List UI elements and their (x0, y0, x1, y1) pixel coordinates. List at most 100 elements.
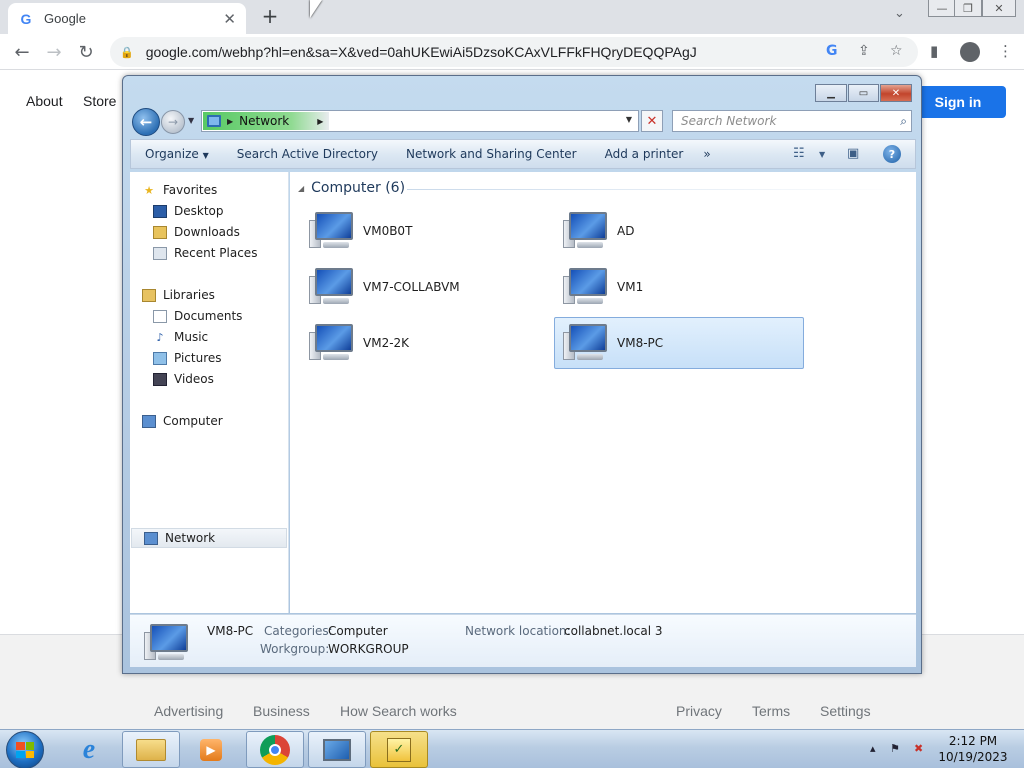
address-bar[interactable]: 🔒 google.com/webhp?hl=en&sa=X&ved=0ahUKE… (110, 37, 918, 67)
search-input[interactable] (681, 114, 881, 128)
browser-close-button[interactable]: ✕ (982, 0, 1016, 17)
computer-tile[interactable]: VM7-COLLABVM (300, 261, 550, 313)
footer-settings-link[interactable]: Settings (820, 703, 871, 719)
computer-tile[interactable]: VM2-2K (300, 317, 550, 369)
nav-network[interactable]: Network (131, 528, 287, 548)
search-icon[interactable]: ⌕ (900, 114, 907, 129)
sign-in-button[interactable]: Sign in (910, 86, 1006, 118)
side-panel-icon[interactable]: ▮ (930, 42, 938, 60)
computer-icon (309, 322, 355, 364)
computer-tile[interactable]: AD (554, 205, 804, 257)
explorer-minimize-button[interactable]: ▁ (815, 84, 847, 102)
more-commands-button[interactable]: » (697, 147, 716, 161)
navigation-pane: ★ Favorites Desktop Downloads Recent Pla… (130, 172, 289, 613)
share-icon[interactable]: ⇪ (858, 43, 870, 59)
computer-icon (144, 622, 190, 664)
bookmark-star-icon[interactable]: ☆ (890, 43, 903, 59)
nav-favorites[interactable]: ★ Favorites (142, 180, 299, 200)
network-location-value: collabnet.local 3 (564, 624, 663, 638)
computer-tile[interactable]: VM0B0T (300, 205, 550, 257)
taskbar-internet-explorer[interactable]: e (60, 731, 118, 768)
explorer-forward-arrow-icon[interactable]: → (161, 110, 185, 134)
taskbar-media-player[interactable]: ▶ (182, 731, 240, 768)
computer-tile[interactable]: VM1 (554, 261, 804, 313)
explorer-close-button[interactable]: ✕ (880, 84, 912, 102)
browser-tab[interactable]: G Google ✕ (8, 3, 246, 34)
taskbar-active-app[interactable]: ✓ (370, 731, 428, 768)
search-field[interactable]: ⌕ (672, 110, 912, 132)
help-icon[interactable]: ? (883, 145, 901, 163)
action-center-flag-icon[interactable]: ⚑ (890, 742, 900, 755)
search-active-directory-button[interactable]: Search Active Directory (223, 147, 392, 161)
lock-icon: 🔒 (120, 45, 134, 59)
preview-pane-icon[interactable]: ▣ (847, 146, 859, 161)
change-view-icon[interactable]: ☷ (793, 146, 805, 161)
profile-avatar-icon[interactable] (960, 42, 980, 62)
nav-music[interactable]: ♪ Music (153, 327, 310, 347)
add-printer-button[interactable]: Add a printer (591, 147, 698, 161)
categories-value: Computer (328, 624, 388, 638)
taskbar-chrome[interactable] (246, 731, 304, 768)
footer-how-search-works-link[interactable]: How Search works (340, 703, 457, 719)
history-dropdown-icon[interactable]: ▼ (188, 116, 194, 125)
explorer-address-bar[interactable]: ▶ Network ▶ ▼ (201, 110, 639, 132)
computer-name: VM7-COLLABVM (363, 280, 460, 294)
network-sharing-center-button[interactable]: Network and Sharing Center (392, 147, 591, 161)
network-disconnected-icon[interactable]: ✖ (914, 742, 923, 755)
address-row: ← → ▼ ▶ Network ▶ ▼ ✕ ⌕ (131, 107, 915, 136)
command-bar: Organize ▼ Search Active Directory Netwo… (130, 139, 916, 169)
footer-advertising-link[interactable]: Advertising (154, 703, 223, 719)
group-header[interactable]: ◢ Computer (6) (298, 180, 405, 196)
monitor-icon (323, 738, 351, 761)
computer-name: AD (617, 224, 635, 238)
breadcrumb-network[interactable]: Network (239, 114, 289, 128)
store-link[interactable]: Store (83, 93, 116, 109)
browser-restore-button[interactable]: ❐ (954, 0, 982, 17)
about-link[interactable]: About (26, 93, 63, 109)
nav-downloads[interactable]: Downloads (153, 222, 310, 242)
nav-network-label: Network (165, 531, 216, 545)
nav-computer[interactable]: Computer (142, 411, 299, 431)
browser-toolbar: ← → ↻ 🔒 google.com/webhp?hl=en&sa=X&ved=… (0, 34, 1024, 70)
show-hidden-icons-icon[interactable]: ▴ (870, 742, 876, 755)
network-icon (144, 531, 158, 545)
computer-tile-selected[interactable]: VM8-PC (554, 317, 804, 369)
reload-icon[interactable]: ↻ (74, 40, 98, 64)
organize-label: Organize (145, 147, 199, 161)
new-tab-button[interactable]: + (258, 4, 282, 28)
taskbar-remote-desktop[interactable] (308, 731, 366, 768)
start-button[interactable] (6, 731, 44, 768)
breadcrumb-arrow-icon[interactable]: ▶ (317, 117, 323, 126)
system-clock[interactable]: 2:12 PM 10/19/2023 (938, 733, 1008, 765)
nav-recent-places[interactable]: Recent Places (153, 243, 310, 263)
taskbar: e ▶ ✓ ▴ ⚑ ✖ 2:12 PM 10/19/2023 (0, 729, 1024, 768)
back-arrow-icon[interactable]: ← (10, 40, 34, 64)
explorer-maximize-button[interactable]: ▭ (848, 84, 879, 102)
tab-close-icon[interactable]: ✕ (223, 10, 236, 28)
address-dropdown-icon[interactable]: ▼ (626, 115, 632, 124)
menu-kebab-icon[interactable]: ⋮ (998, 42, 1013, 60)
browser-tab-strip: G Google ✕ + ⌄ — ❐ ✕ (0, 0, 1024, 34)
footer-privacy-link[interactable]: Privacy (676, 703, 722, 719)
taskbar-explorer[interactable] (122, 731, 180, 768)
stop-close-icon[interactable]: ✕ (641, 110, 663, 132)
collapse-triangle-icon[interactable]: ◢ (298, 184, 304, 193)
forward-arrow-icon[interactable]: → (42, 40, 66, 64)
nav-libraries[interactable]: Libraries (142, 285, 299, 305)
tab-search-chevron-icon[interactable]: ⌄ (894, 6, 905, 21)
view-dropdown-icon[interactable]: ▼ (819, 150, 825, 159)
footer-terms-link[interactable]: Terms (752, 703, 790, 719)
nav-videos[interactable]: Videos (153, 369, 310, 389)
breadcrumb-arrow-icon[interactable]: ▶ (227, 117, 233, 126)
organize-button[interactable]: Organize ▼ (131, 147, 223, 161)
nav-computer-label: Computer (163, 414, 223, 428)
tab-title: Google (44, 11, 86, 26)
browser-minimize-button[interactable]: — (928, 0, 956, 17)
nav-pictures[interactable]: Pictures (153, 348, 310, 368)
nav-documents[interactable]: Documents (153, 306, 310, 326)
explorer-back-arrow-icon[interactable]: ← (132, 108, 160, 136)
footer-business-link[interactable]: Business (253, 703, 310, 719)
nav-desktop[interactable]: Desktop (153, 201, 310, 221)
google-lens-icon[interactable]: G (826, 43, 838, 59)
nav-documents-label: Documents (174, 309, 243, 323)
